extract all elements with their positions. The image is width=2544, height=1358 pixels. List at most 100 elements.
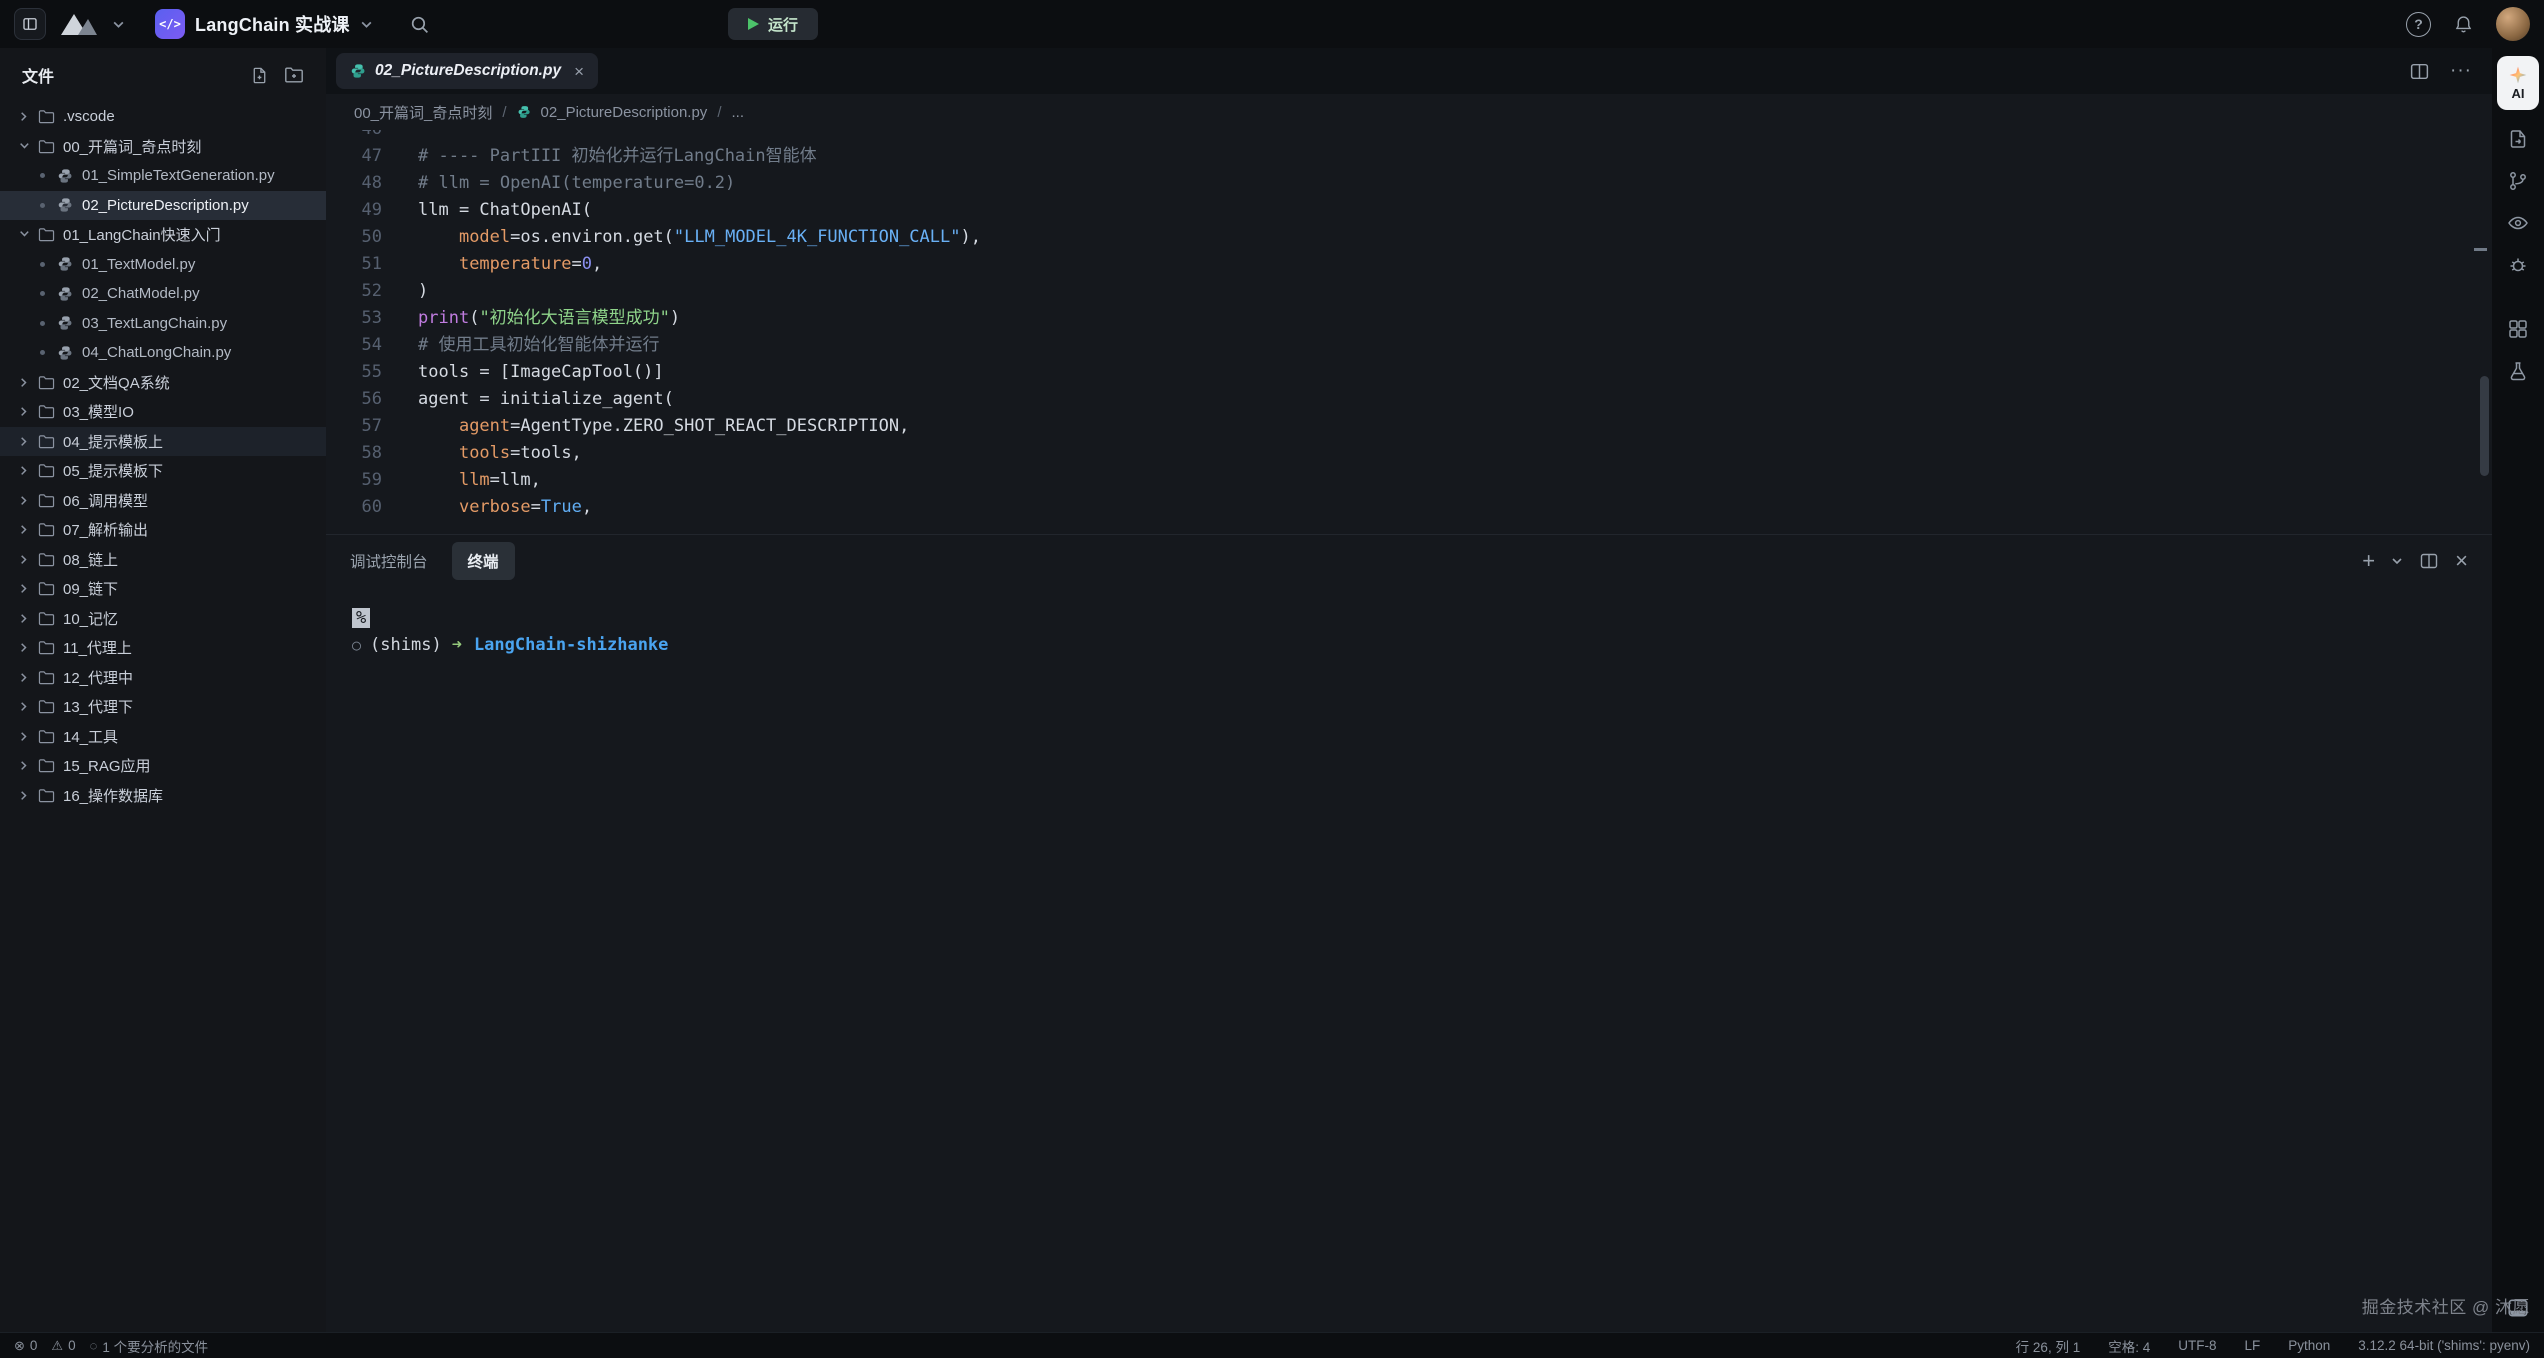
watermark: 掘金技术社区 @ 沐愿	[2362, 1293, 2530, 1318]
git-branch-icon[interactable]	[2507, 170, 2529, 192]
editor-scrollbar[interactable]	[2480, 376, 2489, 476]
file-dot	[40, 173, 45, 178]
file-export-icon[interactable]	[2507, 128, 2529, 150]
chevron-icon	[19, 140, 30, 153]
new-folder-icon[interactable]	[284, 66, 304, 84]
panel-left-icon	[21, 14, 39, 34]
tree-item-folder[interactable]: 07_解析输出	[0, 515, 326, 545]
tree-item-folder[interactable]: 04_提示模板上	[0, 427, 326, 457]
chevron-icon	[18, 583, 31, 594]
indentation[interactable]: 空格: 4	[2108, 1336, 2150, 1356]
chevron-icon	[18, 731, 31, 742]
breadcrumb-more[interactable]: ...	[731, 104, 744, 121]
tree-item-folder[interactable]: 11_代理上	[0, 633, 326, 663]
tree-item-file[interactable]: 04_ChatLongChain.py	[0, 338, 326, 368]
sidebar-toggle-button[interactable]	[14, 8, 46, 40]
tree-item-folder[interactable]: .vscode	[0, 102, 326, 132]
tree-item-file[interactable]: 03_TextLangChain.py	[0, 309, 326, 339]
tree-item-folder[interactable]: 16_操作数据库	[0, 781, 326, 811]
close-panel-icon[interactable]: ×	[2455, 550, 2468, 572]
app-window: </> LangChain 实战课 运行 ? 文件	[0, 0, 2544, 1358]
python-icon	[57, 286, 75, 302]
eol[interactable]: LF	[2244, 1338, 2260, 1353]
project-title[interactable]: LangChain 实战课	[195, 11, 350, 37]
folder-icon	[38, 729, 56, 744]
tree-item-folder[interactable]: 06_调用模型	[0, 486, 326, 516]
tree-item-folder[interactable]: 05_提示模板下	[0, 456, 326, 486]
search-icon[interactable]	[409, 14, 430, 35]
python-icon	[57, 168, 75, 184]
folder-icon	[38, 375, 56, 390]
breadcrumb-file[interactable]: 02_PictureDescription.py	[541, 104, 708, 121]
tree-item-label: 10_记忆	[63, 608, 118, 629]
analysis-status[interactable]: ◌ 1 个要分析的文件	[90, 1336, 209, 1356]
tree-item-folder[interactable]: 10_记忆	[0, 604, 326, 634]
terminal[interactable]: % ○(shims)➜LangChain-shizhanke	[326, 587, 2492, 1332]
folder-icon	[38, 611, 56, 626]
topbar: </> LangChain 实战课 运行 ?	[0, 0, 2544, 48]
more-actions-icon[interactable]: ···	[2450, 60, 2472, 82]
python-interpreter[interactable]: 3.12.2 64-bit ('shims': pyenv)	[2358, 1338, 2530, 1353]
cursor-position[interactable]: 行 26, 列 1	[2016, 1336, 2081, 1356]
file-dot	[40, 350, 45, 355]
terminal-dropdown-chevron-icon[interactable]	[2391, 555, 2403, 567]
project-switcher[interactable]: </> LangChain 实战课	[155, 9, 373, 39]
run-button[interactable]: 运行	[728, 8, 818, 40]
code-editor[interactable]: 464748495051525354555657585960 # ---- Pa…	[326, 130, 2492, 534]
tree-item-label: 05_提示模板下	[63, 460, 163, 481]
eye-icon[interactable]	[2507, 212, 2529, 234]
activity-bar: AI	[2492, 48, 2544, 1332]
tree-item-folder[interactable]: 02_文档QA系统	[0, 368, 326, 398]
project-chevron-icon[interactable]	[360, 18, 373, 31]
new-file-icon[interactable]	[250, 66, 269, 85]
split-editor-icon[interactable]	[2409, 61, 2430, 82]
breadcrumb-folder[interactable]: 00_开篇词_奇点时刻	[354, 102, 492, 123]
tree-item-file[interactable]: 02_ChatModel.py	[0, 279, 326, 309]
notifications-bell-icon[interactable]	[2453, 14, 2474, 35]
problems-warnings[interactable]: ⚠ 0	[51, 1338, 75, 1354]
tree-item-folder[interactable]: 15_RAG应用	[0, 751, 326, 781]
flask-test-icon[interactable]	[2507, 360, 2529, 382]
folder-icon	[38, 758, 56, 773]
app-logo[interactable]	[60, 12, 98, 36]
tree-item-folder[interactable]: 00_开篇词_奇点时刻	[0, 132, 326, 162]
editor-tab[interactable]: 02_PictureDescription.py ×	[336, 53, 598, 89]
split-terminal-icon[interactable]	[2419, 551, 2439, 571]
tree-item-folder[interactable]: 08_链上	[0, 545, 326, 575]
language-mode[interactable]: Python	[2288, 1338, 2330, 1353]
tree-item-folder[interactable]: 03_模型IO	[0, 397, 326, 427]
tab-terminal[interactable]: 终端	[452, 542, 515, 580]
tree-item-folder[interactable]: 14_工具	[0, 722, 326, 752]
tab-close-icon[interactable]: ×	[574, 63, 584, 80]
prompt-arrow-icon: ➜	[452, 635, 462, 655]
chevron-icon	[18, 642, 31, 653]
python-icon	[57, 315, 75, 331]
workspace-chevron-icon[interactable]	[112, 18, 125, 31]
tree-item-file[interactable]: 01_SimpleTextGeneration.py	[0, 161, 326, 191]
problems-errors[interactable]: ⊗ 0	[14, 1338, 37, 1354]
file-tree: .vscode00_开篇词_奇点时刻01_SimpleTextGeneratio…	[0, 98, 326, 810]
statusbar: ⊗ 0 ⚠ 0 ◌ 1 个要分析的文件 行 26, 列 1 空格: 4 UTF-…	[0, 1332, 2544, 1358]
folder-icon	[38, 139, 56, 154]
chevron-icon	[18, 524, 31, 535]
tree-item-file[interactable]: 01_TextModel.py	[0, 250, 326, 280]
tab-debug-console[interactable]: 调试控制台	[350, 550, 428, 572]
tree-item-folder[interactable]: 12_代理中	[0, 663, 326, 693]
warning-icon: ⚠	[51, 1338, 63, 1354]
ai-assistant-button[interactable]: AI	[2497, 56, 2539, 110]
file-dot	[40, 321, 45, 326]
tree-item-file[interactable]: 02_PictureDescription.py	[0, 191, 326, 221]
encoding[interactable]: UTF-8	[2178, 1338, 2216, 1353]
new-terminal-icon[interactable]: +	[2362, 550, 2375, 572]
tree-item-folder[interactable]: 01_LangChain快速入门	[0, 220, 326, 250]
user-avatar[interactable]	[2496, 7, 2530, 41]
analysis-text: 1 个要分析的文件	[102, 1336, 208, 1356]
debug-icon[interactable]	[2507, 254, 2529, 276]
tree-item-folder[interactable]: 09_链下	[0, 574, 326, 604]
grid-apps-icon[interactable]	[2507, 318, 2529, 340]
folder-icon	[38, 552, 56, 567]
chevron-icon	[18, 377, 31, 388]
tree-item-folder[interactable]: 13_代理下	[0, 692, 326, 722]
help-button[interactable]: ?	[2406, 12, 2431, 37]
play-icon	[748, 18, 759, 30]
